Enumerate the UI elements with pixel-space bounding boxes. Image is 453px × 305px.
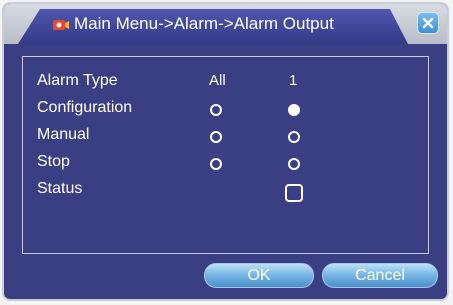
status-label: Status	[37, 180, 83, 197]
alarm-type-label: Alarm Type	[37, 72, 118, 89]
camera-icon	[53, 20, 69, 30]
alarm-output-dialog: Main Menu->Alarm->Alarm Output Alarm Typ…	[2, 2, 449, 301]
column-header-1: 1	[289, 72, 298, 89]
configuration-ch1-radio[interactable]	[288, 104, 300, 116]
close-button[interactable]	[417, 12, 439, 34]
title-bar: Main Menu->Alarm->Alarm Output	[4, 4, 447, 44]
stop-all-radio[interactable]	[210, 158, 222, 170]
window-title: Main Menu->Alarm->Alarm Output	[74, 14, 334, 33]
alarm-output-panel: Alarm Type Configuration Manual Stop Sta…	[22, 56, 429, 254]
manual-all-radio[interactable]	[210, 131, 222, 143]
manual-label: Manual	[37, 126, 90, 143]
status-ch1-checkbox[interactable]	[285, 184, 303, 202]
configuration-all-radio[interactable]	[210, 104, 222, 116]
configuration-label: Configuration	[37, 99, 133, 116]
cancel-button[interactable]: Cancel	[322, 263, 438, 288]
manual-ch1-radio[interactable]	[288, 131, 300, 143]
close-icon	[422, 17, 434, 29]
column-header-all: All	[209, 72, 226, 89]
ok-button[interactable]: OK	[204, 263, 314, 288]
stop-label: Stop	[37, 153, 70, 170]
stop-ch1-radio[interactable]	[288, 158, 300, 170]
